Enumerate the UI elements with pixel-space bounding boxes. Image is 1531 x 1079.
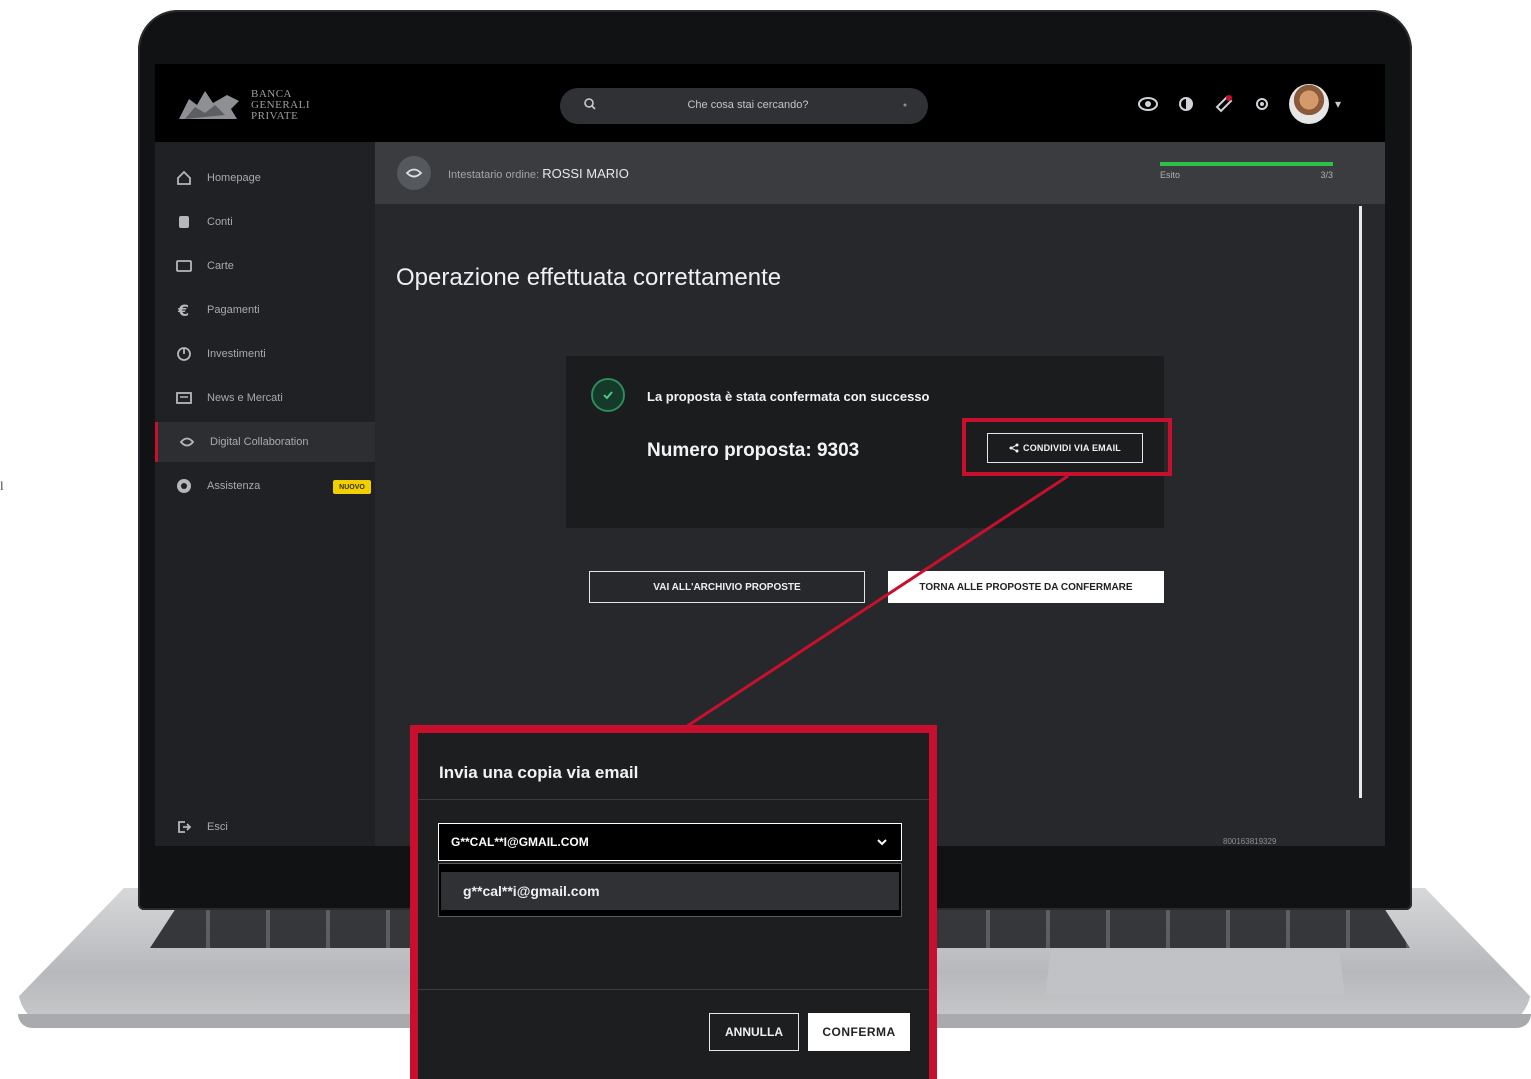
topbar-actions: ▾: [1137, 84, 1341, 124]
sidebar-item-digital-collaboration[interactable]: Digital Collaboration: [155, 422, 378, 462]
scrollbar[interactable]: [1359, 206, 1362, 798]
cancel-button[interactable]: ANNULLA: [709, 1013, 799, 1051]
card-icon: [176, 260, 192, 272]
progress-step: 3/3: [1320, 170, 1333, 180]
share-button-highlight: [962, 418, 1172, 476]
sidebar-item-label: Digital Collaboration: [210, 436, 309, 448]
sidebar-item-assistenza[interactable]: Assistenza NUOVO: [155, 466, 375, 506]
help-icon: [177, 479, 191, 493]
sidebar-item-label: News e Mercati: [207, 392, 283, 404]
svg-text:€: €: [177, 301, 189, 319]
order-holder-label: Intestatario ordine: ROSSI MARIO: [448, 166, 629, 181]
sidebar-item-label: Pagamenti: [207, 304, 260, 316]
chart-pie-icon: [177, 347, 191, 361]
new-badge: NUOVO: [333, 480, 371, 494]
email-share-modal: Invia una copia via email G**CAL**I@GMAI…: [410, 725, 937, 1079]
logo-line-1: BANCA: [251, 87, 293, 100]
email-option-label: g**cal**i@gmail.com: [463, 883, 600, 899]
sidebar-item-label: Homepage: [207, 172, 261, 184]
logo-line-3: PRIVATE: [251, 109, 299, 122]
laptop-trackpad: [1045, 950, 1345, 995]
progress-label: Esito: [1160, 170, 1181, 180]
sidebar-item-exit[interactable]: Esci: [155, 812, 375, 842]
email-select-value: G**CAL**I@GMAIL.COM: [451, 835, 589, 849]
settings-icon[interactable]: [1251, 93, 1273, 115]
back-to-proposals-button[interactable]: TORNA ALLE PROPOSTE DA CONFERMARE: [888, 571, 1164, 603]
notification-icon[interactable]: [1213, 93, 1235, 115]
order-holder-avatar: [397, 156, 431, 190]
chevron-down-icon: [877, 839, 887, 846]
logo-line-2: GENERALI: [251, 98, 310, 111]
email-option[interactable]: g**cal**i@gmail.com: [441, 872, 899, 910]
archive-proposals-button[interactable]: VAI ALL'ARCHIVIO PROPOSTE: [589, 571, 865, 603]
logout-icon: [178, 821, 192, 833]
top-bar: BANCA GENERALI PRIVATE Che cosa stai cer…: [155, 64, 1385, 142]
sidebar-item-label: Carte: [207, 260, 234, 272]
search-placeholder: Che cosa stai cercando?: [687, 99, 809, 111]
progress-bar: [1160, 162, 1333, 166]
email-select[interactable]: G**CAL**I@GMAIL.COM: [438, 823, 902, 861]
confirm-button[interactable]: CONFERMA: [808, 1013, 910, 1051]
page-edge-mark: l: [0, 478, 4, 493]
modal-divider: [418, 989, 929, 990]
collaboration-icon: [405, 168, 423, 178]
search-icon: [584, 98, 596, 110]
sidebar-item-carte[interactable]: Carte: [155, 246, 375, 286]
microphone-dot-icon: [903, 103, 907, 107]
order-header: Intestatario ordine: ROSSI MARIO Esito 3…: [375, 142, 1385, 204]
check-circle-icon: [591, 378, 625, 412]
chevron-down-icon[interactable]: ▾: [1335, 97, 1341, 111]
home-icon: [177, 170, 191, 185]
logo-text: BANCA GENERALI PRIVATE: [251, 87, 310, 122]
progress-fill: [1160, 162, 1333, 166]
sidebar-item-label: Conti: [207, 216, 233, 228]
sidebar-item-homepage[interactable]: Homepage: [155, 158, 375, 198]
news-icon: [176, 392, 192, 404]
collaboration-icon: [179, 437, 195, 447]
sidebar-item-conti[interactable]: Conti: [155, 202, 375, 242]
exit-label: Esci: [207, 821, 228, 833]
footer-code: 800163819329: [1223, 837, 1277, 846]
order-holder-prefix: Intestatario ordine:: [448, 169, 540, 181]
eye-icon[interactable]: [1137, 93, 1159, 115]
contrast-icon[interactable]: [1175, 93, 1197, 115]
avatar[interactable]: [1288, 84, 1329, 124]
sidebar-item-news[interactable]: News e Mercati: [155, 378, 375, 418]
search-bar[interactable]: Che cosa stai cercando?: [560, 88, 928, 124]
confirm-message: La proposta è stata confermata con succe…: [647, 389, 930, 404]
euro-icon: €: [177, 301, 189, 319]
sidebar-item-label: Investimenti: [207, 348, 266, 360]
proposal-number: Numero proposta: 9303: [647, 440, 860, 461]
modal-divider: [418, 799, 929, 800]
lion-logo-icon: [179, 91, 239, 119]
page-title: Operazione effettuata correttamente: [396, 264, 782, 291]
piggy-bank-icon: [179, 216, 189, 228]
sidebar-item-investimenti[interactable]: Investimenti: [155, 334, 375, 374]
sidebar-item-pagamenti[interactable]: € Pagamenti: [155, 290, 375, 330]
bank-logo[interactable]: BANCA GENERALI PRIVATE: [175, 82, 335, 128]
sidebar: Homepage Conti Carte € Pagamenti Investi…: [155, 142, 378, 846]
order-holder-name: ROSSI MARIO: [542, 166, 629, 181]
email-dropdown: g**cal**i@gmail.com: [438, 863, 902, 917]
modal-title: Invia una copia via email: [439, 763, 639, 782]
sidebar-item-label: Assistenza: [207, 480, 261, 492]
